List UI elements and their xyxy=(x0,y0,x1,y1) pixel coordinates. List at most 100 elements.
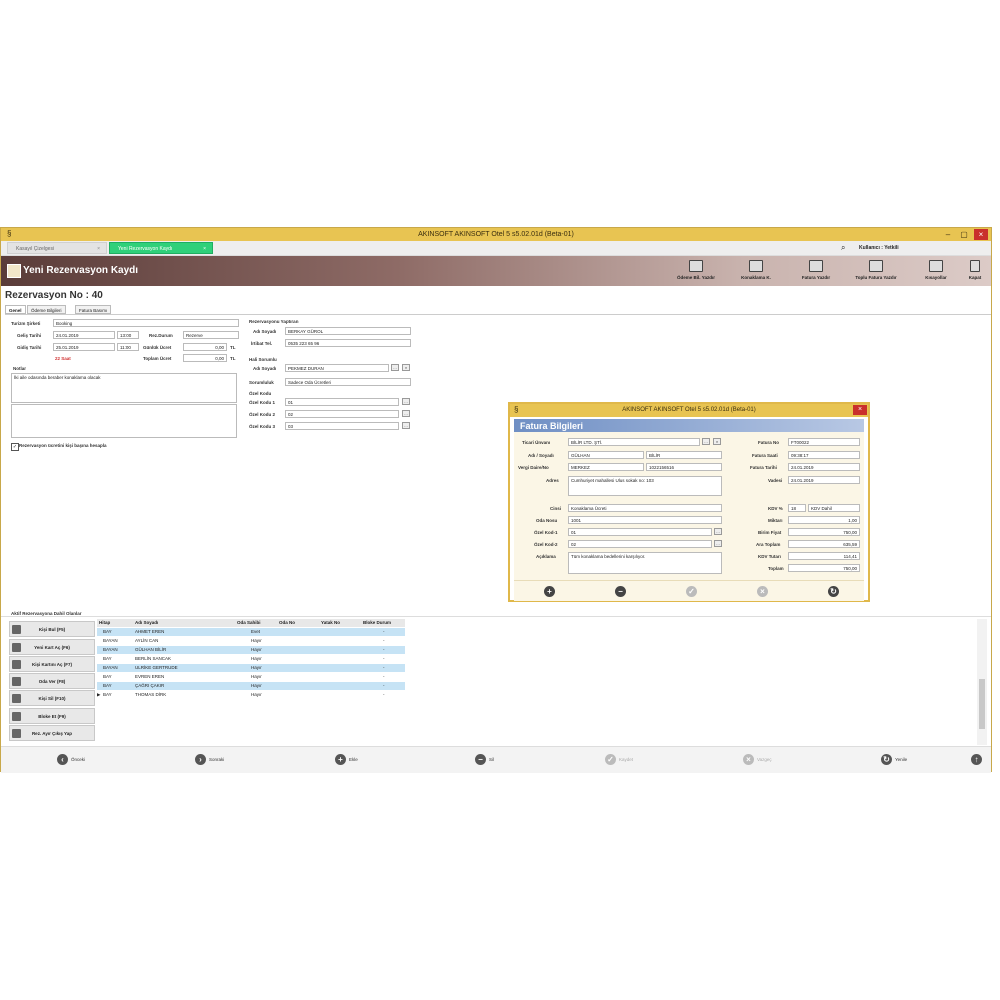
plus-icon[interactable]: + xyxy=(544,586,555,597)
table-row[interactable]: BAYAN GÜLHAN BİLİR Hayır - xyxy=(97,646,405,654)
toplam-input[interactable]: 750,00 xyxy=(788,564,860,572)
per-person-checkbox[interactable]: ✓ xyxy=(11,443,19,451)
button-label: Kişi Bul (F5) xyxy=(38,627,66,632)
close-page-button[interactable]: Kapat xyxy=(957,258,993,284)
table-row[interactable]: BAY BERLİN SANCAK Hayır - xyxy=(97,655,405,663)
delete-person-button[interactable]: Kişi Sil (F10) xyxy=(9,690,95,706)
ara-input[interactable]: 635,59 xyxy=(788,540,860,548)
tab-kasayil[interactable]: Kasayıl Çizelgesi × xyxy=(7,242,107,254)
check-icon[interactable]: ✓ xyxy=(686,586,697,597)
scrollbar-thumb[interactable] xyxy=(979,679,985,729)
ozel1-input[interactable]: 01 xyxy=(568,528,712,536)
print-stay-button[interactable]: Konaklama K. xyxy=(727,258,785,284)
close-window-icon[interactable]: × xyxy=(974,229,988,240)
yaptiran-title: Rezervasyonu Yaptıran xyxy=(249,319,299,324)
minimize-icon[interactable]: – xyxy=(941,229,955,240)
soyad-input[interactable]: BİLİR xyxy=(646,451,722,459)
open-card-button[interactable]: Kişi Kartını Aç (F7) xyxy=(9,656,95,672)
clear-icon[interactable]: × xyxy=(713,438,721,445)
cancel-icon[interactable]: × xyxy=(757,586,768,597)
minus-icon[interactable]: − xyxy=(615,586,626,597)
adres-textarea[interactable]: Cumhuriyet mahallesi Ulus sokak no: 103 xyxy=(568,476,722,496)
gelis-date-input[interactable]: 24.01.2019 xyxy=(53,331,115,339)
ozel1-input[interactable]: 01 xyxy=(285,398,399,406)
per-person-label: Rezervasyon ücretini kişi başına hesapla xyxy=(19,443,107,448)
table-row[interactable]: BAY EVREN EREN Hayır - xyxy=(97,673,405,681)
print-bulk-invoice-button[interactable]: Toplu Fatura Yazdır xyxy=(847,258,905,284)
close-tab-icon[interactable]: × xyxy=(203,243,206,255)
ozel2-input[interactable]: 02 xyxy=(568,540,712,548)
lookup-icon[interactable]: … xyxy=(702,438,710,445)
vergi-daire-input[interactable]: MERKEZ xyxy=(568,463,644,471)
column-header[interactable]: Oda No xyxy=(279,619,295,627)
turizm-select[interactable]: Booking xyxy=(53,319,239,327)
gunluk-input[interactable]: 0,00 xyxy=(183,343,227,351)
table-row[interactable]: BAYAN ULRİKE GERTRUDE Hayır - xyxy=(97,664,405,672)
faturano-input[interactable]: FT00022 xyxy=(788,438,860,446)
notes-textarea[interactable]: İki aile odasında beraber konaklama olac… xyxy=(11,373,237,403)
scrollbar[interactable] xyxy=(977,619,987,745)
gelis-time-input[interactable]: 13:00 xyxy=(117,331,139,339)
print-payment-button[interactable]: Ödeme Bil. Yazdır xyxy=(667,258,725,284)
ozel2-input[interactable]: 02 xyxy=(285,410,399,418)
vergi-no-input[interactable]: 1022156516 xyxy=(646,463,722,471)
column-header[interactable]: Hitap xyxy=(99,619,110,627)
exit-icon xyxy=(970,260,980,272)
birim-input[interactable]: 750,00 xyxy=(788,528,860,536)
clear-icon[interactable]: × xyxy=(402,364,410,371)
subtab-payment[interactable]: Ödeme Bilgileri xyxy=(27,305,66,314)
lookup-icon[interactable]: … xyxy=(402,398,410,405)
close-tab-icon[interactable]: × xyxy=(97,243,100,255)
kdvp-input[interactable]: 18 xyxy=(788,504,806,512)
tool-label: Kapat xyxy=(968,275,982,280)
refresh-icon[interactable]: ↻ xyxy=(828,586,839,597)
button-label: Kaydet xyxy=(619,757,634,762)
cinsi-input[interactable]: Konaklama Ücreti xyxy=(568,504,722,512)
notes-extra-area[interactable] xyxy=(11,404,237,438)
cikis-date-input[interactable]: 25.01.2019 xyxy=(53,343,115,351)
rezdurum-select[interactable]: Rezerve xyxy=(183,331,239,339)
search-icon[interactable]: ⌕ xyxy=(841,243,845,253)
lookup-icon[interactable]: … xyxy=(714,528,722,535)
toplam-input[interactable]: 0,00 xyxy=(183,354,227,362)
table-row[interactable]: BAY AHMET EREN Evet - xyxy=(97,628,405,636)
lookup-icon[interactable]: … xyxy=(714,540,722,547)
print-invoice-button[interactable]: Fatura Yazdır xyxy=(787,258,845,284)
maximize-icon[interactable]: ▢ xyxy=(957,229,971,240)
column-header[interactable]: Yatak No xyxy=(321,619,340,627)
table-row[interactable]: BAY ÇAĞRI ÇAKIR Hayır - xyxy=(97,682,405,690)
lookup-icon[interactable]: … xyxy=(391,364,399,371)
ozel3-input[interactable]: 03 xyxy=(285,422,399,430)
hali-adsoyad-input[interactable]: PEKMEZ DURAN xyxy=(285,364,389,372)
sorumluluk-select[interactable]: Sadece Oda Ücretleri xyxy=(285,378,411,386)
ad-input[interactable]: GÜLHAN xyxy=(568,451,644,459)
subtab-general[interactable]: Genel xyxy=(5,305,26,314)
table-row[interactable]: ▶ BAY THOMAS DİRK Hayır - xyxy=(97,691,405,699)
miktar-input[interactable]: 1,00 xyxy=(788,516,860,524)
column-header[interactable]: Adı Soyadı xyxy=(135,619,158,627)
aciklama-textarea[interactable]: Tüm konaklama bedellerini karşılıyor. xyxy=(568,552,722,574)
split-checkout-button[interactable]: Rez. Ayır Çıkış Yap xyxy=(9,725,95,741)
odano-input[interactable]: 1001 xyxy=(568,516,722,524)
table-row[interactable]: BAYAN AYLİN CAN Hayır - xyxy=(97,637,405,645)
find-person-button[interactable]: Kişi Bul (F5) xyxy=(9,621,95,637)
kdv-type-select[interactable]: KDV Dahil xyxy=(808,504,860,512)
column-header[interactable]: Oda Sahibi xyxy=(237,619,261,627)
dialog-close-icon[interactable]: × xyxy=(853,405,867,415)
subtab-invoice[interactable]: Fatura Basımı xyxy=(75,305,112,314)
tab-yeni-rezervasyon[interactable]: Yeni Rezervasyon Kaydı × xyxy=(109,242,213,254)
saati-input[interactable]: 09:38:17 xyxy=(788,451,860,459)
vadesi-input[interactable]: 24.01.2019 xyxy=(788,476,860,484)
kdvt-input[interactable]: 114,41 xyxy=(788,552,860,560)
ticari-input[interactable]: BİLİR LTD. ŞTİ. xyxy=(568,438,700,446)
cikis-time-input[interactable]: 11:00 xyxy=(117,343,139,351)
tarihi-input[interactable]: 24.01.2019 xyxy=(788,463,860,471)
block-button[interactable]: Bloke Et (F9) xyxy=(9,708,95,724)
lookup-icon[interactable]: … xyxy=(402,422,410,429)
lookup-icon[interactable]: … xyxy=(402,410,410,417)
assign-room-button[interactable]: Oda Ver (F8) xyxy=(9,673,95,689)
column-header[interactable]: Bloke Durum xyxy=(363,619,391,627)
adsoyad-input[interactable]: BERKAY GÜROL xyxy=(285,327,411,335)
irtibat-input[interactable]: 0535 223 65 96 xyxy=(285,339,411,347)
new-card-button[interactable]: Yeni Kart Aç (F6) xyxy=(9,639,95,655)
